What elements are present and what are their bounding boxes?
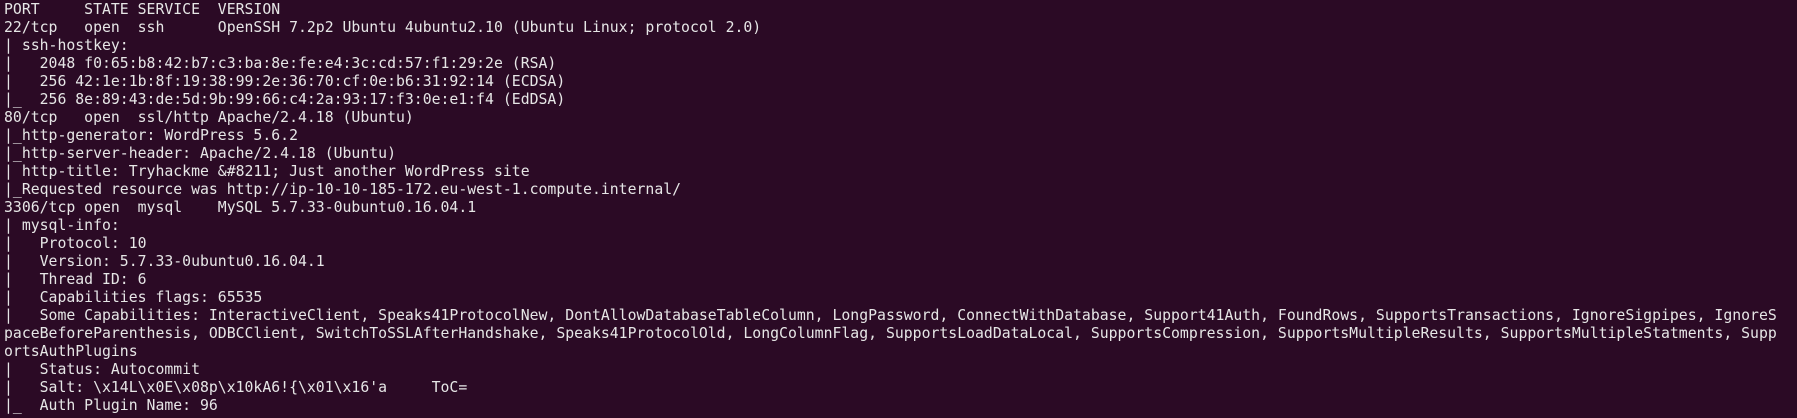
terminal-line: | http-title: Tryhackme &#8211; Just ano… [4,163,530,180]
terminal-line: ortsAuthPlugins [4,343,138,360]
terminal-line: | Capabilities flags: 65535 [4,289,263,306]
terminal-line: 22/tcp open ssh OpenSSH 7.2p2 Ubuntu 4ub… [4,19,762,36]
terminal-line: |_ Auth Plugin Name: 96 [4,397,218,414]
terminal-line: 80/tcp open ssl/http Apache/2.4.18 (Ubun… [4,109,414,126]
terminal-line: paceBeforeParenthesis, ODBCClient, Switc… [4,325,1777,342]
terminal-line: |_Requested resource was http://ip-10-10… [4,181,682,198]
terminal-line: | Version: 5.7.33-0ubuntu0.16.04.1 [4,253,325,270]
terminal-line: | mysql-info: [4,217,120,234]
terminal-line: | 256 42:1e:1b:8f:19:38:99:2e:36:70:cf:0… [4,73,566,90]
terminal-window[interactable]: PORT STATE SERVICE VERSION 22/tcp open s… [0,0,1797,418]
terminal-line: |_http-server-header: Apache/2.4.18 (Ubu… [4,145,396,162]
terminal-line: | Thread ID: 6 [4,271,147,288]
terminal-line: | Status: Autocommit [4,361,200,378]
terminal-line: | Protocol: 10 [4,235,147,252]
terminal-line: | Some Capabilities: InteractiveClient, … [4,307,1777,324]
terminal-line: |_http-generator: WordPress 5.6.2 [4,127,298,144]
terminal-line: 3306/tcp open mysql MySQL 5.7.33-0ubuntu… [4,199,477,216]
terminal-line: PORT STATE SERVICE VERSION [4,1,281,18]
terminal-line: | ssh-hostkey: [4,37,129,54]
terminal-line: | Salt: \x14L\x0E\x08p\x10kA6!{\x01\x16'… [4,379,468,396]
terminal-line: |_ 256 8e:89:43:de:5d:9b:99:66:c4:2a:93:… [4,91,566,108]
terminal-line: | 2048 f0:65:b8:42:b7:c3:ba:8e:fe:e4:3c:… [4,55,557,72]
